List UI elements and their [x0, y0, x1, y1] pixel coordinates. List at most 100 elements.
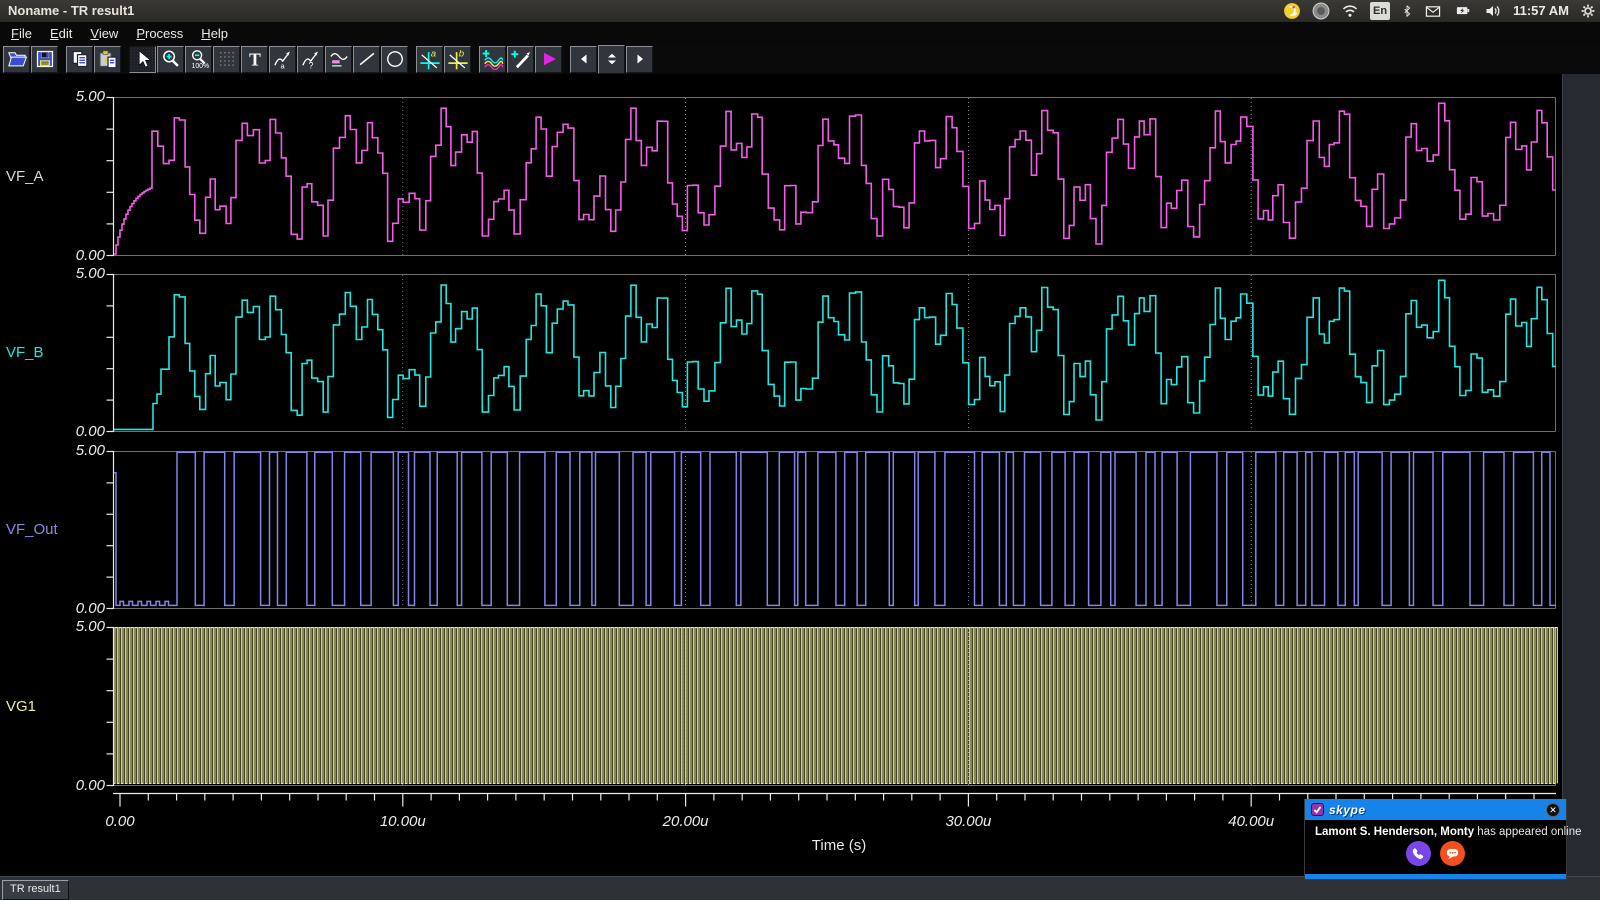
- grid-dots-icon: [217, 49, 237, 69]
- copy-button[interactable]: [66, 46, 93, 73]
- x-tick-label-30: 30.00u: [928, 813, 1008, 830]
- plot-canvas-vf_a[interactable]: [103, 96, 1563, 257]
- signal-label-vg1: VG1: [6, 698, 36, 715]
- skype-close-button[interactable]: ✕: [1546, 803, 1560, 817]
- probe-pen-icon: [510, 48, 532, 70]
- skype-notification-popup: skype ✕ Lamont S. Henderson, Monty has a…: [1304, 799, 1567, 880]
- grid-button[interactable]: [213, 46, 240, 73]
- title-bar: Noname - TR result1 En 11:57 AM: [0, 0, 1600, 22]
- ellipse-button[interactable]: [381, 46, 408, 73]
- line-tool-icon: [357, 49, 377, 69]
- open-folder-icon: [7, 49, 27, 69]
- y-min-label-2: 0.00: [55, 600, 105, 617]
- bluetooth-icon[interactable]: [1401, 2, 1413, 20]
- run-button[interactable]: [535, 46, 562, 73]
- cursor-a-button[interactable]: a: [416, 46, 443, 73]
- waveform-workspace: [0, 74, 1600, 876]
- plot-canvas-vg1[interactable]: [103, 626, 1563, 787]
- page-prev-button[interactable]: [570, 46, 597, 73]
- trace-marker-a-button[interactable]: a: [269, 46, 296, 73]
- menu-view[interactable]: View: [81, 24, 127, 43]
- select-button[interactable]: [129, 46, 156, 73]
- clock-text[interactable]: 11:57 AM: [1513, 2, 1569, 20]
- svg-text:100%: 100%: [191, 63, 209, 69]
- trace-marker-b-button[interactable]: ?: [297, 46, 324, 73]
- menu-edit[interactable]: Edit: [41, 24, 81, 43]
- menu-help[interactable]: Help: [192, 24, 237, 43]
- axis-b-icon: b: [447, 48, 469, 70]
- y-min-label-0: 0.00: [55, 247, 105, 264]
- skype-status-text: has appeared online: [1474, 826, 1581, 838]
- skype-popup-footer: [1305, 874, 1566, 879]
- skype-check-icon: [1311, 803, 1324, 816]
- play-icon: [539, 49, 559, 69]
- tab-tr-result1[interactable]: TR result1: [2, 880, 69, 900]
- svg-text:b: b: [458, 48, 464, 59]
- chat-bird-icon[interactable]: [1283, 2, 1301, 20]
- plot-canvas-vf_out[interactable]: [103, 450, 1563, 610]
- axis-a-icon: a: [419, 48, 441, 70]
- skype-contact-name: Lamont S. Henderson, Monty: [1315, 826, 1474, 838]
- paste-icon: [98, 49, 118, 69]
- indicator-circle-icon[interactable]: [1312, 2, 1330, 20]
- svg-text:?: ?: [308, 60, 313, 69]
- copy-icon: [70, 49, 90, 69]
- window-title: Noname - TR result1: [8, 3, 134, 18]
- arrow-left-icon: [576, 51, 592, 67]
- multi-wave-icon: [482, 48, 504, 70]
- right-panel-strip: [1562, 74, 1600, 876]
- skype-popup-header[interactable]: skype ✕: [1305, 799, 1566, 820]
- x-tick-label-0: 0.00: [80, 813, 160, 830]
- text-tool-icon: T: [245, 49, 265, 69]
- skype-chat-button[interactable]: [1440, 841, 1465, 866]
- menu-file[interactable]: File: [2, 24, 41, 43]
- paste-button[interactable]: [94, 46, 121, 73]
- trace-vf_a: [114, 103, 1556, 254]
- svg-text:a: a: [430, 48, 436, 59]
- zoom-100-button[interactable]: 100%: [185, 46, 212, 73]
- keyboard-badge[interactable]: En: [1370, 2, 1390, 20]
- y-min-label-1: 0.00: [55, 423, 105, 440]
- text-button[interactable]: T: [241, 46, 268, 73]
- zoom-in-icon: [161, 49, 181, 69]
- curve-legend-icon: [329, 49, 349, 69]
- curve-legend-button[interactable]: [325, 46, 352, 73]
- add-curves-button[interactable]: [479, 46, 506, 73]
- signal-label-vf_b: VF_B: [6, 344, 44, 361]
- envelope-icon[interactable]: [1424, 2, 1442, 20]
- gear-icon[interactable]: [1580, 2, 1596, 20]
- page-spinner-button[interactable]: [598, 45, 625, 74]
- y-max-label-1: 5.00: [55, 265, 105, 282]
- line-button[interactable]: [353, 46, 380, 73]
- x-tick-label-20: 20.00u: [646, 813, 726, 830]
- menu-process[interactable]: Process: [127, 24, 192, 43]
- y-max-label-0: 5.00: [55, 88, 105, 105]
- y-max-label-2: 5.00: [55, 442, 105, 459]
- cursor-arrow-icon: [133, 49, 153, 69]
- ellipse-tool-icon: [385, 49, 405, 69]
- trace-vf_b: [114, 280, 1556, 429]
- x-tick-label-10: 10.00u: [363, 813, 443, 830]
- cursor-b-button[interactable]: b: [444, 46, 471, 73]
- battery-icon[interactable]: [1453, 2, 1473, 20]
- trace-vf_out: [114, 452, 1556, 605]
- spinner-icon: [604, 50, 620, 68]
- svg-text:a: a: [280, 61, 285, 69]
- zoom-in-button[interactable]: [157, 46, 184, 73]
- svg-text:T: T: [249, 49, 261, 69]
- y-max-label-3: 5.00: [55, 618, 105, 635]
- plot-canvas-vf_b[interactable]: [103, 273, 1563, 433]
- trace-arrow-icon: a: [273, 49, 293, 69]
- toolbar: 100% Ta? a b: [0, 44, 1600, 74]
- page-next-button[interactable]: [626, 46, 653, 73]
- probe-button[interactable]: [507, 46, 534, 73]
- open-button[interactable]: [3, 46, 30, 73]
- system-tray: En 11:57 AM: [1283, 0, 1596, 22]
- skype-call-button[interactable]: [1406, 841, 1431, 866]
- speaker-icon[interactable]: [1484, 2, 1502, 20]
- y-min-label-3: 0.00: [55, 777, 105, 794]
- skype-logo-text: skype: [1329, 803, 1366, 817]
- save-button[interactable]: [31, 46, 58, 73]
- signal-label-vf_out: VF_Out: [6, 521, 58, 538]
- wifi-icon[interactable]: [1341, 2, 1359, 20]
